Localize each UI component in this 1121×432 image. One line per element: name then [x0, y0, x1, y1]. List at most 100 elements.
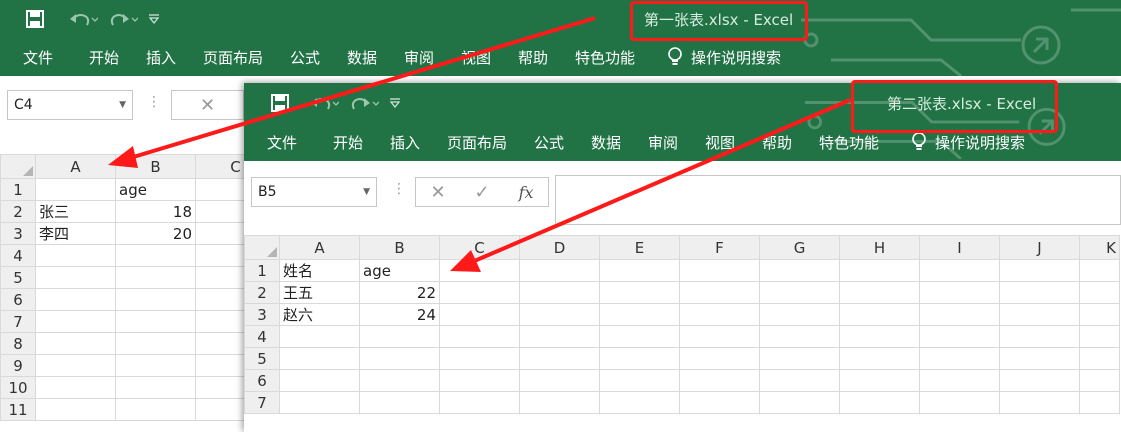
tab-page-layout[interactable]: 页面布局 — [447, 132, 534, 153]
chevron-down-icon[interactable]: ▼ — [363, 187, 370, 197]
formula-input[interactable] — [555, 175, 1121, 225]
customize-qat-icon[interactable] — [148, 8, 160, 30]
tab-view[interactable]: 视图 — [461, 47, 518, 68]
tab-data[interactable]: 数据 — [591, 132, 648, 153]
tab-file[interactable]: 文件 — [23, 47, 89, 68]
row-header[interactable]: 6 — [0, 288, 36, 311]
column-header[interactable]: A — [279, 235, 360, 260]
tab-home[interactable]: 开始 — [333, 132, 390, 153]
cell[interactable] — [115, 354, 196, 377]
column-header[interactable]: F — [679, 235, 760, 260]
row-header[interactable]: 5 — [0, 266, 36, 289]
tab-review[interactable]: 审阅 — [404, 47, 461, 68]
splitter-dots[interactable]: ⋮ — [392, 181, 406, 197]
cell[interactable]: 赵六 — [279, 303, 360, 326]
tab-insert[interactable]: 插入 — [146, 47, 203, 68]
tab-insert[interactable]: 插入 — [390, 132, 447, 153]
cell[interactable]: 姓名 — [279, 259, 360, 282]
sheet-grid[interactable]: A B C D E F G H I J K 1 姓名 age 2 王五 22 3 赵六 24… — [244, 235, 1121, 432]
row-header[interactable]: 6 — [244, 369, 280, 392]
cell[interactable] — [35, 354, 116, 377]
row-header[interactable]: 1 — [0, 178, 36, 201]
cell[interactable] — [35, 310, 116, 333]
cell[interactable] — [35, 398, 116, 421]
column-header[interactable]: H — [839, 235, 920, 260]
column-header[interactable]: K — [1079, 235, 1120, 260]
save-icon[interactable] — [271, 92, 289, 114]
tab-special-features[interactable]: 特色功能 — [575, 47, 667, 68]
cell[interactable]: age — [359, 259, 440, 282]
cell[interactable] — [115, 332, 196, 355]
name-box[interactable]: B5 ▼ — [251, 177, 377, 207]
redo-icon[interactable] — [349, 92, 379, 114]
tab-file[interactable]: 文件 — [267, 132, 333, 153]
cell[interactable] — [115, 288, 196, 311]
cell[interactable] — [115, 244, 196, 267]
cell[interactable]: 18 — [115, 200, 196, 223]
row-header[interactable]: 4 — [244, 325, 280, 348]
cell[interactable]: 22 — [359, 281, 440, 304]
column-header[interactable]: E — [599, 235, 680, 260]
column-header[interactable]: I — [919, 235, 1000, 260]
name-box[interactable]: C4 ▼ — [7, 90, 133, 120]
cell[interactable]: 王五 — [279, 281, 360, 304]
cell[interactable] — [35, 376, 116, 399]
tab-formulas[interactable]: 公式 — [290, 47, 347, 68]
cell[interactable]: 李四 — [35, 222, 116, 245]
row-header[interactable]: 3 — [0, 222, 36, 245]
column-header[interactable]: B — [359, 235, 440, 260]
cell[interactable] — [35, 332, 116, 355]
column-header[interactable]: B — [115, 154, 196, 179]
column-header[interactable]: J — [999, 235, 1080, 260]
redo-icon[interactable] — [108, 8, 138, 30]
row-header[interactable]: 2 — [0, 200, 36, 223]
column-header[interactable]: C — [439, 235, 520, 260]
column-header[interactable]: A — [35, 154, 116, 179]
row-header[interactable]: 10 — [0, 376, 36, 399]
cell[interactable] — [115, 266, 196, 289]
column-header[interactable]: G — [759, 235, 840, 260]
tab-view[interactable]: 视图 — [705, 132, 762, 153]
cancel-x-icon[interactable]: ✕ — [200, 95, 215, 116]
row-header[interactable]: 9 — [0, 354, 36, 377]
cell[interactable] — [115, 310, 196, 333]
undo-icon[interactable] — [68, 8, 98, 30]
chevron-down-icon[interactable]: ▼ — [119, 100, 126, 110]
splitter-dots[interactable]: ⋮ — [147, 94, 161, 110]
tab-formulas[interactable]: 公式 — [534, 132, 591, 153]
cell[interactable]: 24 — [359, 303, 440, 326]
enter-check-icon[interactable]: ✓ — [475, 182, 490, 203]
select-all-corner[interactable] — [0, 154, 36, 179]
row-header[interactable]: 3 — [244, 303, 280, 326]
column-header[interactable]: D — [519, 235, 600, 260]
cell[interactable]: 张三 — [35, 200, 116, 223]
tab-page-layout[interactable]: 页面布局 — [203, 47, 290, 68]
cell[interactable] — [35, 178, 116, 201]
row-header[interactable]: 4 — [0, 244, 36, 267]
row-header[interactable]: 8 — [0, 332, 36, 355]
tab-data[interactable]: 数据 — [347, 47, 404, 68]
cell[interactable] — [35, 266, 116, 289]
cancel-x-icon[interactable]: ✕ — [430, 182, 445, 203]
save-icon[interactable] — [26, 8, 44, 30]
cell[interactable] — [35, 288, 116, 311]
row-header[interactable]: 1 — [244, 259, 280, 282]
tab-help[interactable]: 帮助 — [518, 47, 575, 68]
row-header[interactable]: 7 — [0, 310, 36, 333]
cell[interactable]: 20 — [115, 222, 196, 245]
row-header[interactable]: 5 — [244, 347, 280, 370]
cell[interactable] — [115, 398, 196, 421]
row-header[interactable]: 11 — [0, 398, 36, 421]
cell[interactable] — [115, 376, 196, 399]
customize-qat-icon[interactable] — [389, 92, 401, 114]
tab-home[interactable]: 开始 — [89, 47, 146, 68]
row-header[interactable]: 7 — [244, 391, 280, 414]
cell[interactable] — [35, 244, 116, 267]
insert-function-button[interactable]: fx — [519, 183, 534, 202]
tab-review[interactable]: 审阅 — [648, 132, 705, 153]
row-header[interactable]: 2 — [244, 281, 280, 304]
cell[interactable]: age — [115, 178, 196, 201]
undo-icon[interactable] — [309, 92, 339, 114]
tell-me-search[interactable]: 操作说明搜索 — [667, 47, 781, 68]
select-all-corner[interactable] — [244, 235, 280, 260]
